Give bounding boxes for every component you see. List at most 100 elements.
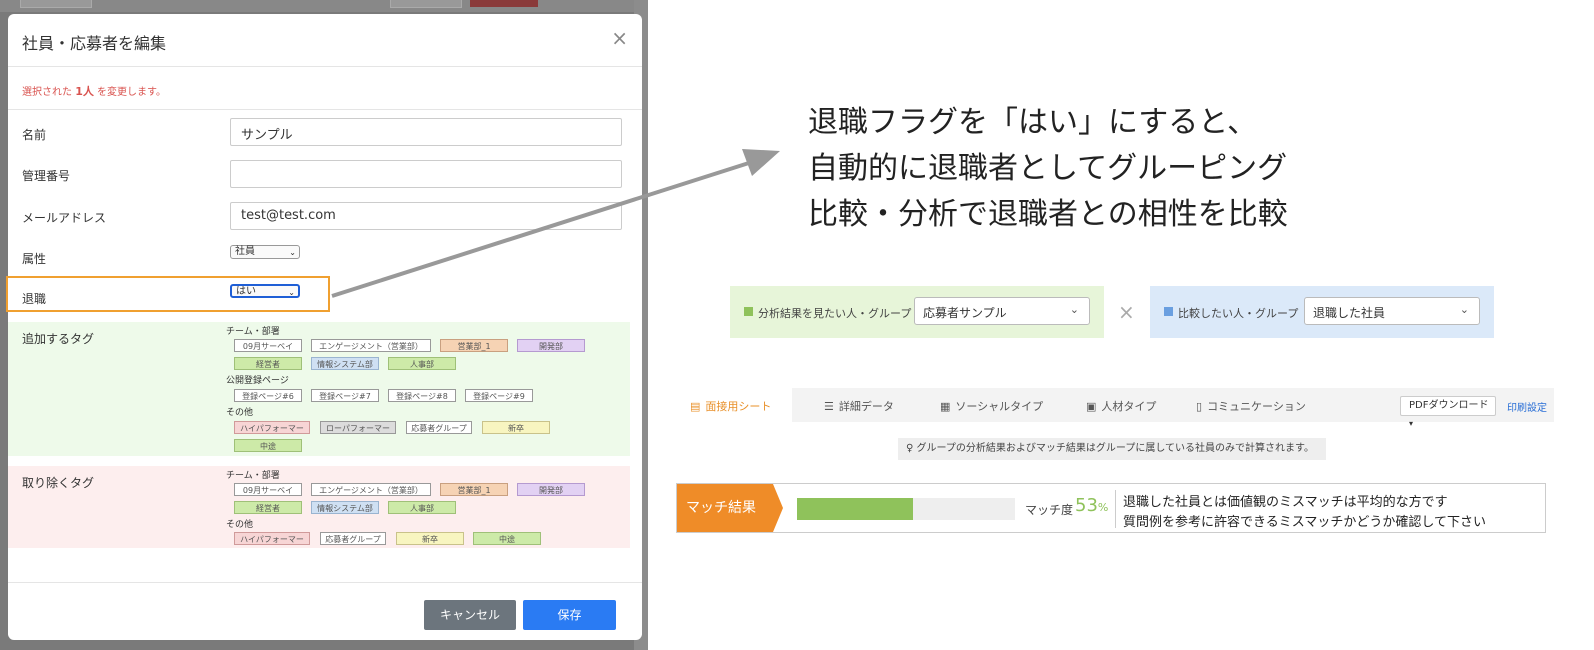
match-progress-fill	[797, 498, 913, 520]
tab-label: ソーシャルタイプ	[955, 400, 1044, 413]
cancel-button[interactable]: キャンセル	[424, 600, 516, 630]
close-icon[interactable]: ×	[611, 28, 628, 48]
modal-footer: キャンセル 保存	[8, 582, 642, 640]
mgmt-number-field[interactable]	[230, 160, 622, 188]
match-percent: 53%	[1075, 495, 1108, 516]
tag-chip[interactable]: 中途	[473, 532, 541, 545]
arrow-head	[742, 149, 780, 176]
tag-chip[interactable]: ローパフォーマー	[320, 421, 396, 434]
blue-square-icon	[1164, 307, 1173, 316]
tag-chip[interactable]: 経営者	[234, 357, 302, 370]
chevron-down-icon: ⌄	[1069, 303, 1079, 316]
tag-group-title: その他	[226, 408, 254, 418]
remove-tags-label: 取り除くタグ	[22, 476, 95, 490]
tag-chip[interactable]: 新卒	[482, 421, 550, 434]
attr-select[interactable]: 社員 ⌄	[230, 245, 300, 259]
name-field[interactable]: サンプル	[230, 118, 622, 146]
save-button[interactable]: 保存	[523, 600, 616, 630]
tag-chip[interactable]: 登録ページ#6	[234, 389, 302, 402]
tag-chip[interactable]: 登録ページ#9	[465, 389, 533, 402]
tag-chip[interactable]: 09月サーベイ	[234, 339, 302, 352]
tab-label: 詳細データ	[838, 400, 894, 413]
match-percent-sign: %	[1097, 501, 1109, 514]
tag-chip[interactable]: 応募者グループ	[320, 532, 386, 545]
match-divider	[1115, 490, 1116, 528]
tag-chip[interactable]: 営業部_1	[440, 339, 508, 352]
notice-prefix: 選択された	[22, 87, 72, 98]
match-badge: マッチ結果	[677, 484, 773, 532]
grid-icon: ▦	[940, 400, 951, 413]
match-badge-arrow	[773, 484, 783, 532]
background-button	[390, 0, 462, 8]
remove-tags-block: 取り除くタグ チーム・部署 09月サーベイ エンゲージメント（営業部） 営業部_…	[8, 466, 630, 548]
pdf-download-button[interactable]: PDFダウンロード ▾	[1400, 396, 1496, 428]
tag-chip[interactable]: 登録ページ#8	[388, 389, 456, 402]
tab-communication[interactable]: ▯ コミュニケーション	[1196, 388, 1306, 422]
compare-target-value: 退職した社員	[1313, 306, 1386, 320]
times-icon: ×	[1118, 300, 1135, 324]
chevron-down-icon: ⌄	[1459, 303, 1469, 316]
green-square-icon	[744, 307, 753, 316]
lightbulb-icon: ♀	[906, 443, 914, 454]
attr-select-value: 社員	[235, 246, 255, 257]
tag-chip[interactable]: 開発部	[517, 339, 585, 352]
analysis-target-label: 分析結果を見たい人・グループ	[758, 307, 912, 320]
match-percent-number: 53	[1075, 495, 1098, 516]
tab-detail-data[interactable]: ☰ 詳細データ	[824, 388, 894, 422]
tag-chip[interactable]: ハイパフォーマー	[234, 532, 310, 545]
match-progress-track	[797, 498, 1015, 520]
notice-suffix: を変更します。	[97, 87, 167, 98]
info-text: グループの分析結果およびマッチ結果はグループに属している社員のみで計算されます。	[916, 443, 1315, 454]
background-button	[470, 0, 538, 7]
compare-target-select[interactable]: 退職した社員 ⌄	[1304, 297, 1480, 325]
tab-social-type[interactable]: ▦ ソーシャルタイプ	[940, 388, 1043, 422]
annotation-line: 自動的に退職者としてグルーピング	[808, 151, 1288, 186]
tag-chip[interactable]: 開発部	[517, 483, 585, 496]
caret-down-icon: ▾	[1409, 419, 1414, 428]
background-button	[20, 0, 92, 8]
add-tags-label: 追加するタグ	[22, 332, 95, 346]
doc-icon: ▯	[1196, 400, 1203, 413]
match-label: マッチ度	[1025, 503, 1074, 517]
tag-chip[interactable]: 営業部_1	[440, 483, 508, 496]
tab-label: 面接用シート	[705, 400, 772, 413]
annotation-line: 退職フラグを「はい」にすると、	[808, 105, 1258, 140]
compare-target-panel: 比較したい人・グループ 退職した社員 ⌄	[1150, 286, 1494, 338]
notice-count: 1人	[75, 85, 94, 98]
tag-group-title: その他	[226, 520, 254, 530]
tab-label: コミュニケーション	[1207, 400, 1306, 413]
tag-chip[interactable]: 経営者	[234, 501, 302, 514]
match-message-2: 質問例を参考に許容できるミスマッチかどうか確認して下さい	[1123, 515, 1486, 530]
tag-chip[interactable]: 人事部	[388, 357, 456, 370]
tag-chip[interactable]: 人事部	[388, 501, 456, 514]
email-label: メールアドレス	[22, 211, 107, 225]
print-settings-link[interactable]: 印刷設定	[1507, 399, 1547, 414]
tag-chip[interactable]: 登録ページ#7	[311, 389, 379, 402]
tab-talent-type[interactable]: ▣ 人材タイプ	[1086, 388, 1156, 422]
modal-header: 社員・応募者を編集 ×	[8, 14, 642, 67]
tag-chip[interactable]: 中途	[234, 439, 302, 452]
tag-chip[interactable]: 09月サーベイ	[234, 483, 302, 496]
edit-modal: 社員・応募者を編集 × 選択された 1人 を変更します。 名前 サンプル 管理番…	[8, 14, 642, 640]
tag-group-title: 公開登録ページ	[226, 376, 289, 386]
tag-chip[interactable]: 応募者グループ	[406, 421, 472, 434]
annotation-line: 比較・分析で退職者との相性を比較	[808, 197, 1288, 232]
tab-interview-sheet[interactable]: ▤ 面接用シート	[670, 388, 792, 422]
attr-label: 属性	[22, 252, 47, 266]
tag-group-title: チーム・部署	[226, 471, 280, 481]
email-field[interactable]: test@test.com	[230, 202, 622, 230]
analysis-target-select[interactable]: 応募者サンプル ⌄	[914, 297, 1090, 325]
analysis-target-panel: 分析結果を見たい人・グループ 応募者サンプル ⌄	[730, 286, 1104, 338]
match-result: マッチ結果 マッチ度 53% 退職した社員とは価値観のミスマッチは平均的な方です…	[676, 483, 1546, 533]
tag-chip[interactable]: エンゲージメント（営業部）	[311, 339, 431, 352]
modal-notice: 選択された 1人 を変更します。	[8, 67, 642, 110]
person-icon: ▣	[1086, 400, 1097, 413]
chevron-down-icon: ⌄	[289, 248, 296, 257]
tag-chip[interactable]: ハイパフォーマー	[234, 421, 310, 434]
notice-text: 選択された 1人 を変更します。	[22, 83, 166, 99]
background-topbar	[0, 0, 648, 12]
tag-chip[interactable]: 情報システム部	[311, 501, 379, 514]
tag-chip[interactable]: エンゲージメント（営業部）	[311, 483, 431, 496]
tag-chip[interactable]: 情報システム部	[311, 357, 379, 370]
tag-chip[interactable]: 新卒	[396, 532, 464, 545]
